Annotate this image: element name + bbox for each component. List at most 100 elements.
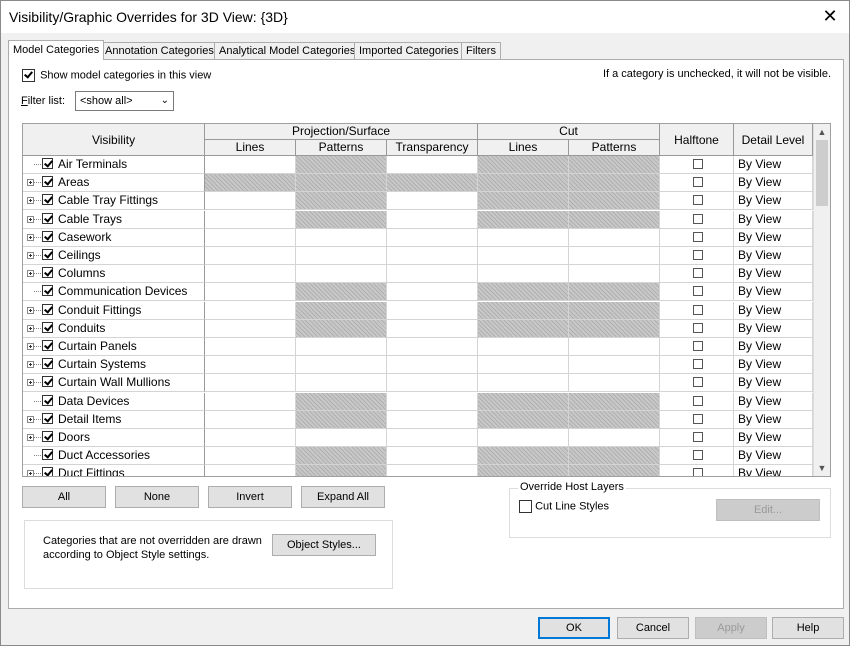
transparency-cell[interactable]: [387, 392, 478, 411]
proj-lines-cell[interactable]: [205, 265, 296, 284]
filter-select[interactable]: <show all> ⌄: [75, 91, 174, 111]
category-visibility-checkbox[interactable]: [42, 431, 53, 442]
proj-lines-cell[interactable]: [205, 319, 296, 338]
detail-level-cell[interactable]: By View: [734, 429, 813, 447]
proj-patterns-cell[interactable]: [296, 374, 387, 393]
table-row[interactable]: Data Devices By View: [23, 392, 813, 411]
transparency-cell[interactable]: [387, 247, 478, 265]
expand-all-button[interactable]: Expand All: [301, 486, 385, 508]
halftone-checkbox[interactable]: [693, 250, 703, 260]
header-visibility[interactable]: Visibility: [23, 124, 205, 156]
detail-level-cell[interactable]: By View: [734, 392, 813, 411]
tab-annotation-categories[interactable]: Annotation Categories: [100, 42, 219, 59]
detail-level-cell[interactable]: By View: [734, 374, 813, 393]
proj-patterns-cell[interactable]: [296, 228, 387, 247]
halftone-checkbox[interactable]: [693, 359, 703, 370]
transparency-cell[interactable]: [387, 465, 478, 476]
halftone-checkbox[interactable]: [693, 377, 703, 388]
cut-patterns-cell[interactable]: [569, 247, 660, 265]
category-visibility-checkbox[interactable]: [42, 176, 53, 188]
category-visibility-checkbox[interactable]: [42, 230, 53, 242]
invert-button[interactable]: Invert: [208, 486, 292, 508]
transparency-cell[interactable]: [387, 338, 478, 356]
cut-patterns-cell[interactable]: [569, 356, 660, 375]
detail-level-cell[interactable]: By View: [734, 210, 813, 229]
table-row[interactable]: Communication Devices By View: [23, 283, 813, 302]
table-row[interactable]: Conduits By View: [23, 319, 813, 338]
proj-lines-cell[interactable]: [205, 465, 296, 476]
cut-lines-cell[interactable]: [478, 338, 569, 356]
category-visibility-checkbox[interactable]: [42, 285, 53, 297]
halftone-checkbox[interactable]: [693, 213, 703, 224]
halftone-checkbox[interactable]: [693, 322, 703, 333]
grid-scrollbar[interactable]: ▲ ▼: [813, 124, 830, 476]
proj-patterns-cell[interactable]: [296, 247, 387, 265]
table-row[interactable]: Ceilings By View: [23, 247, 813, 265]
proj-lines-cell[interactable]: [205, 283, 296, 302]
halftone-checkbox[interactable]: [693, 286, 703, 297]
tab-analytical-model-categories[interactable]: Analytical Model Categories: [214, 42, 361, 59]
detail-level-cell[interactable]: By View: [734, 410, 813, 429]
show-categories-row[interactable]: Show model categories in this view: [22, 69, 211, 82]
proj-lines-cell[interactable]: [205, 429, 296, 447]
category-visibility-checkbox[interactable]: [42, 249, 53, 260]
show-categories-checkbox[interactable]: [22, 69, 35, 82]
expand-plus-icon[interactable]: [27, 324, 34, 332]
transparency-cell[interactable]: [387, 283, 478, 302]
table-row[interactable]: Curtain Wall Mullions By View: [23, 374, 813, 393]
cut-lines-cell[interactable]: [478, 374, 569, 393]
halftone-checkbox[interactable]: [693, 468, 703, 476]
proj-lines-cell[interactable]: [205, 228, 296, 247]
category-visibility-checkbox[interactable]: [42, 358, 53, 370]
cut-lines-cell[interactable]: [478, 429, 569, 447]
expand-plus-icon[interactable]: [27, 343, 34, 350]
detail-level-cell[interactable]: By View: [734, 192, 813, 211]
proj-lines-cell[interactable]: [205, 301, 296, 320]
category-visibility-checkbox[interactable]: [42, 467, 53, 476]
table-row[interactable]: Curtain Panels By View: [23, 338, 813, 356]
table-row[interactable]: Casework By View: [23, 228, 813, 247]
close-icon[interactable]: ✕: [821, 7, 839, 25]
expand-plus-icon[interactable]: [27, 306, 34, 314]
halftone-checkbox[interactable]: [693, 177, 703, 188]
category-visibility-checkbox[interactable]: [42, 303, 53, 315]
category-visibility-checkbox[interactable]: [42, 321, 53, 333]
halftone-checkbox[interactable]: [693, 432, 703, 442]
scroll-up-icon[interactable]: ▲: [814, 124, 830, 140]
detail-level-cell[interactable]: By View: [734, 356, 813, 375]
category-visibility-checkbox[interactable]: [42, 267, 53, 279]
tab-imported-categories[interactable]: Imported Categories: [354, 42, 464, 59]
object-styles-button[interactable]: Object Styles...: [272, 534, 376, 556]
expand-plus-icon[interactable]: [27, 361, 34, 369]
expand-plus-icon[interactable]: [27, 197, 34, 205]
halftone-checkbox[interactable]: [693, 159, 703, 169]
proj-lines-cell[interactable]: [205, 392, 296, 411]
cut-patterns-cell[interactable]: [569, 228, 660, 247]
transparency-cell[interactable]: [387, 156, 478, 174]
expand-plus-icon[interactable]: [27, 379, 34, 387]
proj-lines-cell[interactable]: [205, 410, 296, 429]
detail-level-cell[interactable]: By View: [734, 283, 813, 302]
proj-lines-cell[interactable]: [205, 374, 296, 393]
halftone-checkbox[interactable]: [693, 450, 703, 461]
cut-patterns-cell[interactable]: [569, 338, 660, 356]
scroll-down-icon[interactable]: ▼: [814, 460, 830, 476]
transparency-cell[interactable]: [387, 210, 478, 229]
cancel-button[interactable]: Cancel: [617, 617, 689, 639]
proj-lines-cell[interactable]: [205, 192, 296, 211]
category-visibility-checkbox[interactable]: [42, 394, 53, 406]
transparency-cell[interactable]: [387, 356, 478, 375]
expand-plus-icon[interactable]: [27, 179, 34, 187]
proj-patterns-cell[interactable]: [296, 356, 387, 375]
edit-button[interactable]: Edit...: [716, 499, 820, 521]
table-row[interactable]: Detail Items By View: [23, 410, 813, 429]
table-row[interactable]: Duct Accessories By View: [23, 447, 813, 466]
halftone-checkbox[interactable]: [693, 268, 703, 279]
halftone-checkbox[interactable]: [693, 341, 703, 351]
proj-patterns-cell[interactable]: [296, 338, 387, 356]
table-row[interactable]: Curtain Systems By View: [23, 356, 813, 375]
detail-level-cell[interactable]: By View: [734, 247, 813, 265]
detail-level-cell[interactable]: By View: [734, 156, 813, 174]
halftone-checkbox[interactable]: [693, 195, 703, 206]
cut-line-styles-checkbox[interactable]: [519, 500, 532, 513]
